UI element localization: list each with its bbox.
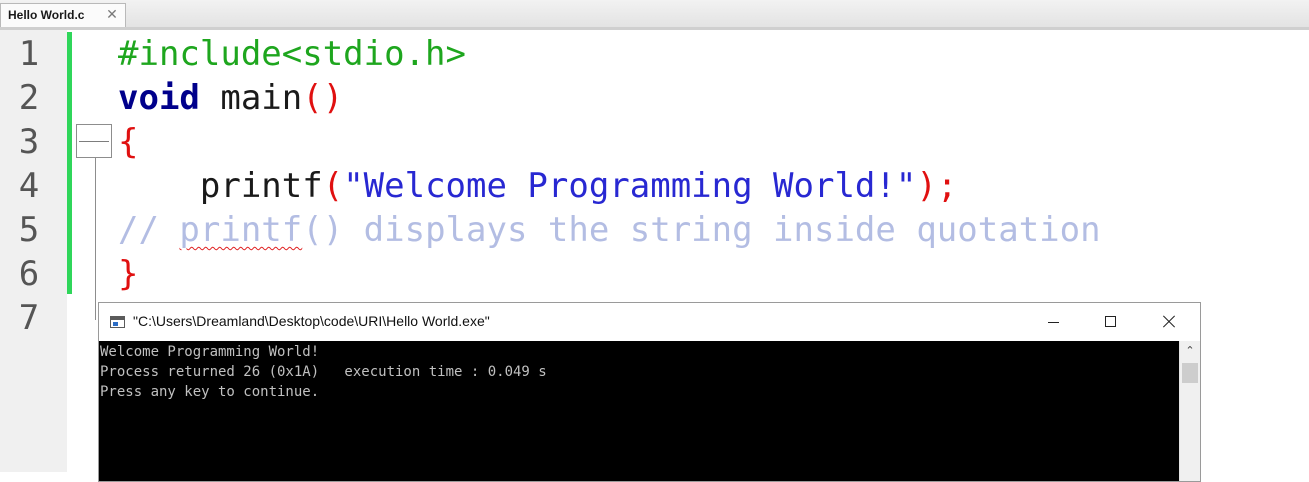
scroll-thumb[interactable]: [1182, 363, 1198, 383]
line-number: 4: [18, 166, 40, 206]
code-token: main: [199, 78, 303, 118]
console-app-icon: [110, 316, 125, 328]
code-token: "Welcome Programming World!": [343, 166, 917, 206]
fold-range-line: [95, 158, 96, 320]
editor-tab-strip: Hello World.c ✕: [0, 0, 1309, 30]
code-token: (: [322, 166, 344, 206]
code-token: );: [916, 166, 958, 206]
code-line[interactable]: {: [118, 120, 138, 164]
fold-collapse-icon[interactable]: [76, 124, 112, 158]
code-token: printf: [118, 166, 323, 206]
console-output-line: Process returned 26 (0x1A) execution tim…: [100, 364, 547, 380]
console-output-line: Welcome Programming World!: [100, 344, 320, 360]
close-button[interactable]: [1140, 303, 1198, 341]
line-number: 3: [18, 122, 40, 162]
code-token: }: [118, 254, 139, 294]
minimize-button[interactable]: [1024, 303, 1082, 341]
code-line[interactable]: #include<stdio.h>: [118, 32, 466, 76]
console-title: "C:\Users\Dreamland\Desktop\code\URI\Hel…: [133, 313, 490, 329]
code-token: {: [118, 122, 139, 162]
line-number: 5: [18, 210, 40, 250]
maximize-button[interactable]: [1082, 303, 1140, 341]
tab-close-icon[interactable]: ✕: [105, 8, 119, 22]
code-token: #include<stdio.h>: [118, 34, 466, 74]
code-token: printf: [179, 210, 303, 250]
tab-label: Hello World.c: [8, 8, 85, 22]
console-title-bar[interactable]: "C:\Users\Dreamland\Desktop\code\URI\Hel…: [99, 303, 1200, 341]
console-output-line: Press any key to continue.: [100, 384, 320, 400]
console-scrollbar[interactable]: ⌃: [1179, 341, 1200, 481]
console-window[interactable]: "C:\Users\Dreamland\Desktop\code\URI\Hel…: [98, 302, 1201, 482]
console-output[interactable]: Welcome Programming World! Process retur…: [99, 341, 1179, 481]
line-number: 1: [18, 34, 40, 74]
code-token: (): [302, 78, 344, 118]
line-number: 7: [18, 298, 40, 338]
code-line[interactable]: // printf() displays the string inside q…: [118, 208, 1101, 252]
code-token: void: [118, 78, 200, 118]
tab-hello-world-c[interactable]: Hello World.c ✕: [0, 3, 126, 27]
line-number-gutter: 1 2 3 4 5 6 7: [0, 30, 67, 472]
code-line[interactable]: }: [118, 252, 138, 296]
line-number: 6: [18, 254, 40, 294]
code-token: //: [118, 210, 180, 250]
code-token: () displays the string inside quotation: [302, 210, 1101, 250]
line-number: 2: [18, 78, 40, 118]
code-line[interactable]: printf("Welcome Programming World!");: [118, 164, 957, 208]
code-line[interactable]: void main(): [118, 76, 343, 120]
scroll-up-arrow-icon[interactable]: ⌃: [1180, 343, 1200, 359]
